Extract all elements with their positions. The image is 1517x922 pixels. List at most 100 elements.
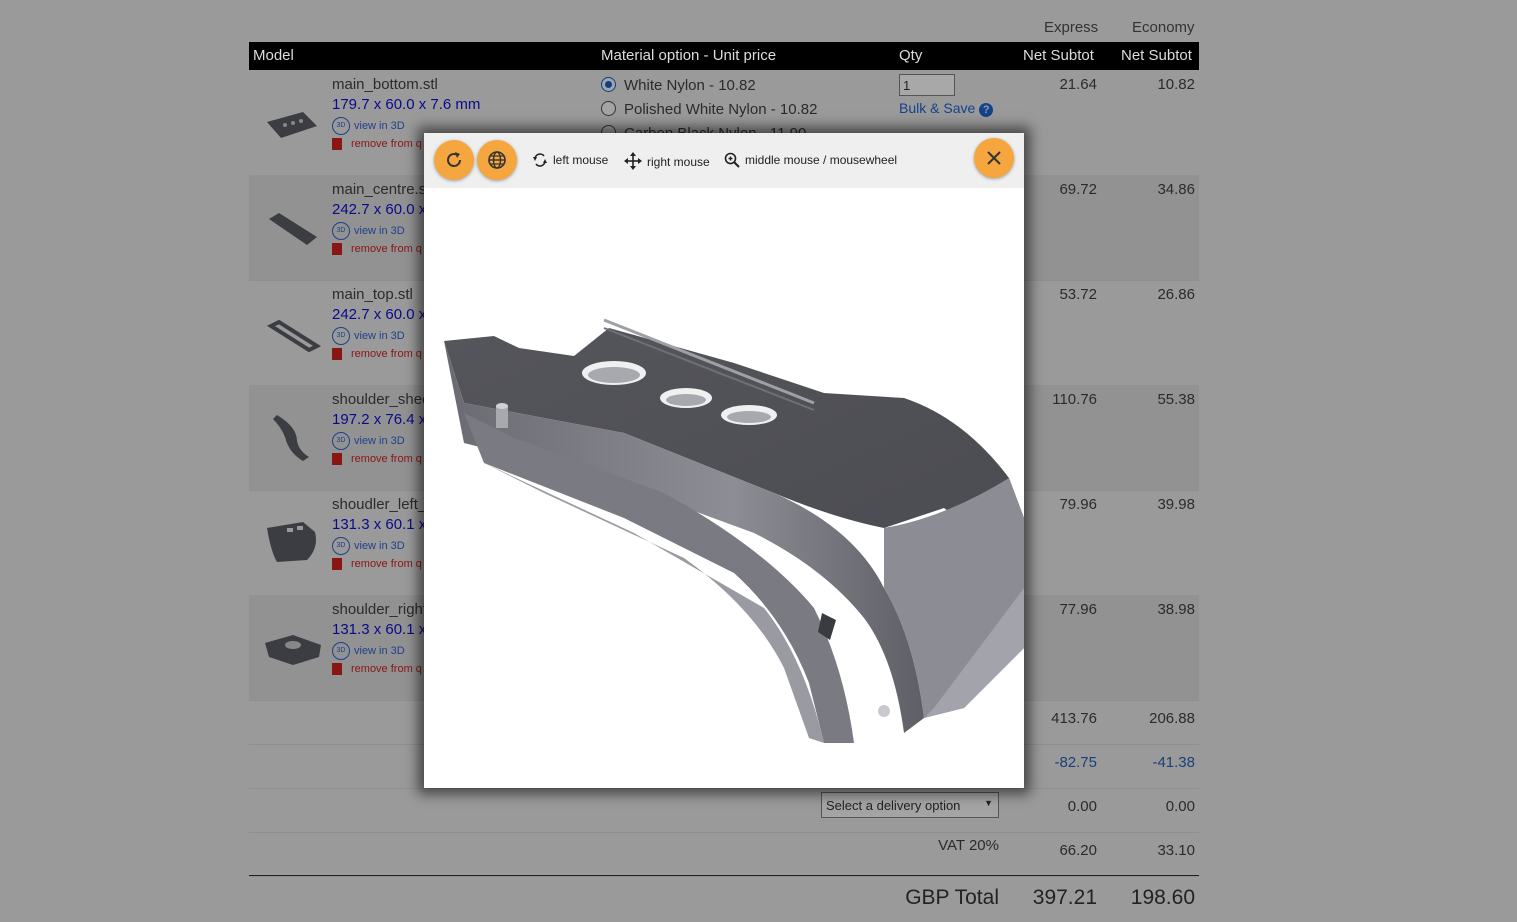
model-filename: shoudler_left_	[332, 496, 427, 513]
3d-model-render	[444, 318, 1024, 743]
trash-icon	[332, 243, 342, 256]
view-in-3d-link[interactable]: 3D view in 3D	[332, 222, 405, 240]
remove-link[interactable]: remove from q	[332, 348, 422, 361]
3d-model-canvas[interactable]	[424, 188, 1024, 788]
model-thumbnail[interactable]	[263, 197, 321, 255]
economy-subtotal-header: Net Subtot	[1121, 47, 1192, 64]
economy-subtotal: 38.98	[1157, 601, 1195, 618]
subtotal-economy: 206.88	[1149, 710, 1195, 727]
bulk-save-link[interactable]: Bulk & Save?	[899, 100, 994, 117]
express-column-head: Express	[1044, 19, 1099, 36]
quantity-field[interactable]	[899, 74, 955, 96]
material-header: Material option - Unit price	[601, 47, 777, 64]
model-filename: shoulder_right	[332, 601, 428, 618]
table-header: Model Material option - Unit price Qty N…	[249, 42, 1199, 70]
model-dimensions: 131.3 x 60.1 x 4	[332, 621, 439, 638]
material-option[interactable]: White Nylon - 10.82	[601, 77, 756, 94]
express-subtotal: 21.64	[1059, 76, 1097, 93]
trash-icon	[332, 138, 342, 151]
model-dimensions: 242.7 x 60.0 x	[332, 201, 427, 218]
total-label: GBP Total	[905, 886, 999, 909]
rotate-hint: left mouse	[532, 152, 608, 168]
express-subtotal: 69.72	[1059, 181, 1097, 198]
delivery-express: 0.00	[1067, 798, 1097, 815]
3d-icon: 3D	[332, 117, 350, 135]
trash-icon	[332, 453, 342, 466]
economy-subtotal: 55.38	[1157, 391, 1195, 408]
model-filename: main_centre.s	[332, 181, 427, 198]
total-economy: 198.60	[1130, 886, 1195, 909]
model-dimensions: 197.2 x 76.4 x	[332, 411, 427, 428]
express-subtotal-header: Net Subtot	[1023, 47, 1094, 64]
refresh-icon	[447, 152, 461, 167]
economy-subtotal: 10.82	[1157, 76, 1195, 93]
express-subtotal: 110.76	[1052, 391, 1097, 408]
view-in-3d-link[interactable]: 3D view in 3D	[332, 537, 405, 555]
remove-link[interactable]: remove from q	[332, 453, 422, 466]
discount-express: -82.75	[1054, 754, 1097, 771]
qty-header: Qty	[899, 47, 923, 64]
model-filename: main_top.stl	[332, 286, 413, 303]
subtotal-express: 413.76	[1051, 710, 1097, 727]
discount-economy: -41.38	[1152, 754, 1195, 771]
model-filename: shoulder_shee	[332, 391, 431, 408]
radio[interactable]	[601, 101, 616, 116]
help-icon[interactable]: ?	[979, 103, 994, 117]
rotate-icon	[533, 153, 547, 167]
express-subtotal: 77.96	[1059, 601, 1097, 618]
globe-icon	[488, 151, 506, 169]
vat-economy: 33.10	[1157, 842, 1195, 859]
model-header: Model	[253, 47, 294, 64]
material-option[interactable]: Polished White Nylon - 10.82	[601, 101, 817, 118]
divider	[249, 875, 1199, 876]
express-subtotal: 79.96	[1059, 496, 1097, 513]
model-thumbnail[interactable]	[263, 92, 321, 150]
remove-link[interactable]: remove from q	[332, 138, 422, 151]
3d-icon: 3D	[332, 432, 350, 450]
delivery-economy: 0.00	[1165, 798, 1195, 815]
economy-column-head: Economy	[1132, 19, 1195, 36]
view-in-3d-link[interactable]: 3D view in 3D	[332, 117, 405, 135]
radio-selected[interactable]	[601, 77, 616, 92]
zoom-hint: middle mouse / mousewheel	[724, 152, 897, 168]
economy-subtotal: 34.86	[1157, 181, 1195, 198]
reset-view-button[interactable]	[434, 140, 474, 180]
trash-icon	[332, 558, 342, 571]
3d-icon: 3D	[332, 222, 350, 240]
vat-express: 66.20	[1059, 842, 1097, 859]
model-thumbnail[interactable]	[263, 617, 321, 675]
model-thumbnail[interactable]	[263, 302, 321, 360]
trash-icon	[332, 348, 342, 361]
view-in-3d-link[interactable]: 3D view in 3D	[332, 642, 405, 660]
dropdown-arrow-icon: ▼	[984, 798, 993, 808]
economy-subtotal: 39.98	[1157, 496, 1195, 513]
globe-view-button[interactable]	[477, 140, 517, 180]
zoom-icon	[724, 152, 740, 168]
model-dimensions: 131.3 x 60.1 x 4	[332, 516, 439, 533]
vat-label: VAT 20%	[938, 837, 999, 854]
model-thumbnail[interactable]	[263, 512, 321, 570]
delivery-row: 0.00 0.00	[249, 788, 1199, 833]
viewer-toolbar: left mouse right mouse middle mouse / mo…	[424, 133, 1024, 188]
close-icon	[987, 151, 1001, 165]
model-dimensions: 179.7 x 60.0 x 7.6 mm	[332, 96, 481, 113]
vat-row: 66.20 33.10	[249, 832, 1199, 877]
model-filename: main_bottom.stl	[332, 76, 438, 93]
view-in-3d-link[interactable]: 3D view in 3D	[332, 327, 405, 345]
remove-link[interactable]: remove from q	[332, 663, 422, 676]
close-button[interactable]	[974, 138, 1014, 178]
total-express: 397.21	[1032, 886, 1097, 909]
move-icon	[624, 152, 642, 170]
remove-link[interactable]: remove from q	[332, 243, 422, 256]
3d-icon: 3D	[332, 537, 350, 555]
3d-icon: 3D	[332, 327, 350, 345]
express-subtotal: 53.72	[1059, 286, 1097, 303]
3d-viewer-modal: left mouse right mouse middle mouse / mo…	[424, 133, 1024, 788]
trash-icon	[332, 663, 342, 676]
view-in-3d-link[interactable]: 3D view in 3D	[332, 432, 405, 450]
model-thumbnail[interactable]	[263, 407, 321, 465]
3d-icon: 3D	[332, 642, 350, 660]
model-dimensions: 242.7 x 60.0 x	[332, 306, 427, 323]
remove-link[interactable]: remove from q	[332, 558, 422, 571]
delivery-select[interactable]: Select a delivery option ▼	[821, 792, 999, 818]
